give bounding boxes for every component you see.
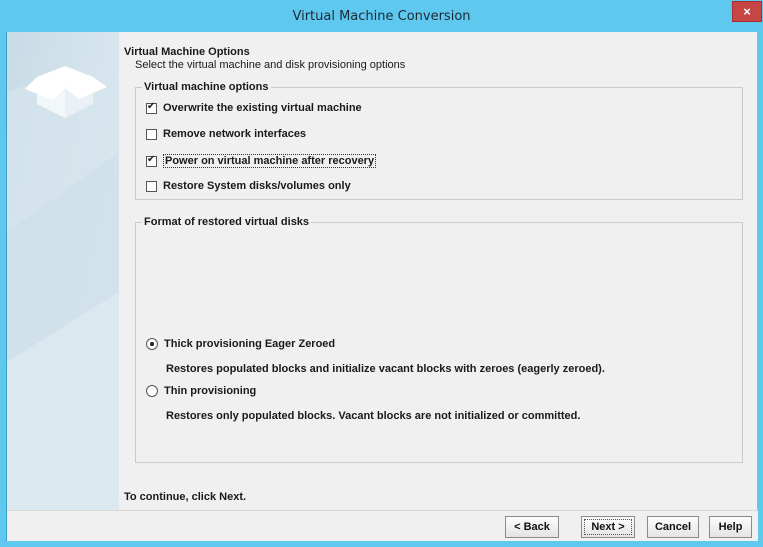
button-bar: < Back Next > Cancel Help	[7, 510, 758, 541]
thin-provisioning-description: Restores only populated blocks. Vacant b…	[166, 410, 581, 422]
page-title: Virtual Machine Options	[124, 46, 250, 58]
window-title: Virtual Machine Conversion	[292, 9, 471, 24]
power-on-option[interactable]: Power on virtual machine after recovery	[146, 154, 377, 168]
thick-provisioning-option[interactable]: Thick provisioning Eager Zeroed	[146, 338, 335, 350]
next-button-label: Next >	[584, 519, 632, 535]
continue-hint: To continue, click Next.	[124, 491, 247, 503]
box-logo-icon	[7, 32, 119, 510]
overwrite-vm-option[interactable]: Overwrite the existing virtual machine	[146, 101, 362, 114]
power-on-label: Power on virtual machine after recovery	[163, 154, 377, 168]
power-on-checkbox[interactable]	[146, 154, 157, 167]
remove-network-label: Remove network interfaces	[163, 128, 307, 140]
thick-provisioning-radio[interactable]	[146, 338, 158, 350]
disk-format-group: Format of restored virtual disks Thick p…	[135, 216, 743, 463]
cancel-button[interactable]: Cancel	[647, 516, 699, 538]
page-subtitle: Select the virtual machine and disk prov…	[135, 59, 406, 71]
overwrite-vm-checkbox[interactable]	[146, 101, 157, 114]
disk-format-group-label: Format of restored virtual disks	[142, 216, 312, 228]
thin-provisioning-radio[interactable]	[146, 385, 158, 397]
dialog-client-area: Virtual Machine Options Select the virtu…	[6, 32, 758, 541]
vm-options-group: Virtual machine options Overwrite the ex…	[135, 81, 743, 200]
content-panel: Virtual Machine Options Select the virtu…	[119, 32, 757, 510]
thin-provisioning-label: Thin provisioning	[164, 385, 257, 397]
title-bar[interactable]: Virtual Machine Conversion ×	[0, 0, 763, 32]
back-button[interactable]: < Back	[505, 516, 559, 538]
vm-options-group-label: Virtual machine options	[142, 81, 271, 93]
remove-network-option[interactable]: Remove network interfaces	[146, 128, 306, 140]
restore-system-option[interactable]: Restore System disks/volumes only	[146, 180, 351, 192]
thick-provisioning-description: Restores populated blocks and initialize…	[166, 363, 605, 375]
dialog-window: Virtual Machine Conversion × Virtual Mac…	[0, 0, 763, 547]
wizard-banner	[7, 32, 119, 510]
remove-network-checkbox[interactable]	[146, 128, 157, 140]
restore-system-checkbox[interactable]	[146, 180, 157, 192]
overwrite-vm-label: Overwrite the existing virtual machine	[163, 102, 362, 114]
thick-provisioning-label: Thick provisioning Eager Zeroed	[164, 338, 336, 350]
close-button[interactable]: ×	[732, 1, 762, 22]
restore-system-label: Restore System disks/volumes only	[163, 180, 351, 192]
next-button[interactable]: Next >	[581, 516, 635, 538]
help-button[interactable]: Help	[709, 516, 752, 538]
thin-provisioning-option[interactable]: Thin provisioning	[146, 385, 256, 397]
